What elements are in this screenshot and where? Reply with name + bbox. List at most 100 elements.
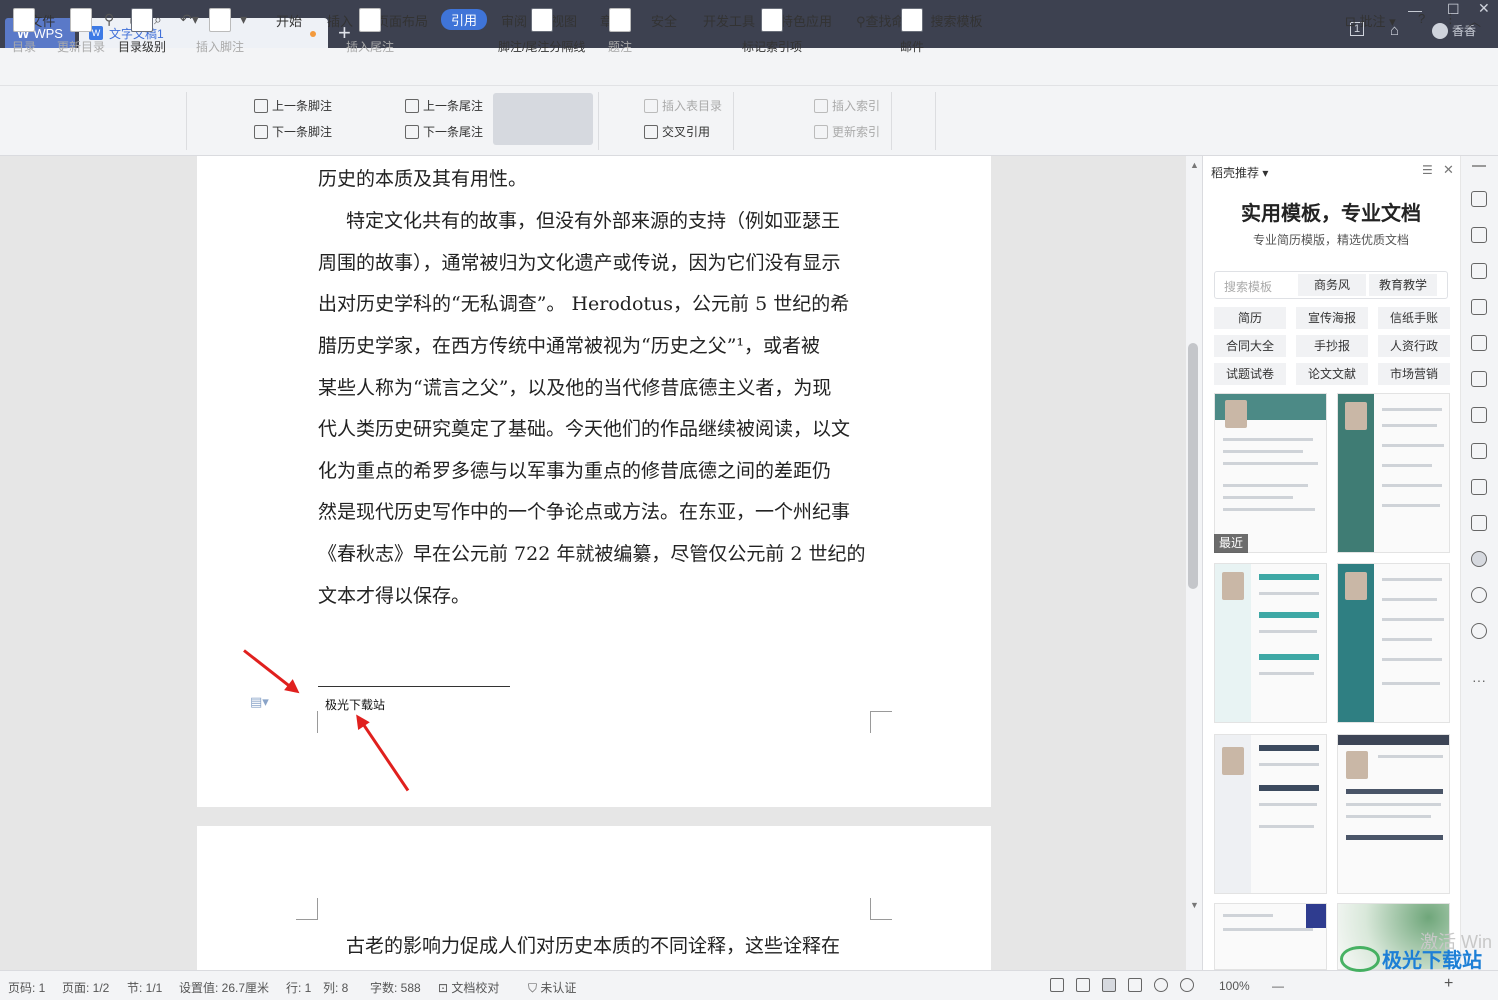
status-col[interactable]: 列: 8 <box>323 979 348 996</box>
ribbon-divider <box>186 92 187 150</box>
next-endnote-label: 下一条尾注 <box>423 125 484 139</box>
status-page-code[interactable]: 页码: 1 <box>8 979 45 996</box>
update-toc-button[interactable]: 更新目录 <box>57 8 105 55</box>
toc-button[interactable]: 目录 <box>12 8 36 55</box>
status-setting[interactable]: 设置值: 26.7厘米 <box>179 979 269 996</box>
search-tag[interactable]: 商务风 <box>1298 274 1366 296</box>
search-tag[interactable]: 教育教学 <box>1369 274 1437 296</box>
menu-security[interactable]: 安全 <box>651 11 677 30</box>
scrollbar-thumb[interactable] <box>1188 343 1198 589</box>
insert-endnote-label: 插入尾注 <box>346 40 395 54</box>
mail-icon <box>901 8 923 32</box>
status-page[interactable]: 页面: 1/2 <box>62 979 109 996</box>
paragraph-options-icon[interactable]: ▤▾ <box>250 694 269 710</box>
select-cursor-icon[interactable] <box>1471 227 1487 243</box>
category-marketing[interactable]: 市场营销 <box>1378 363 1450 385</box>
eye-protection-icon[interactable] <box>1180 978 1194 992</box>
image-search-icon[interactable] <box>1471 407 1487 423</box>
category-contracts[interactable]: 合同大全 <box>1214 335 1286 357</box>
table-icon[interactable] <box>1471 335 1487 351</box>
zoom-level[interactable]: 100% <box>1219 979 1250 993</box>
template-thumbnail[interactable] <box>1337 393 1450 553</box>
edit-pen-icon[interactable] <box>1471 191 1487 207</box>
status-section[interactable]: 节: 1/1 <box>127 979 162 996</box>
toc-level-label: 目录级别 <box>118 40 167 54</box>
insert-index-button[interactable]: 插入索引 <box>814 97 880 114</box>
collapse-ribbon-icon[interactable]: ︿ <box>1468 11 1481 30</box>
shapes-icon[interactable] <box>1471 263 1487 279</box>
paragraph-line: 然是现代历史写作中的一个争论点或方法。在东亚，一个州纪事 <box>318 501 851 523</box>
cross-reference-button[interactable]: 交叉引用 <box>644 123 710 140</box>
zoom-out-button[interactable]: — <box>1272 979 1284 993</box>
template-thumbnail[interactable] <box>1337 734 1450 894</box>
update-index-button[interactable]: 更新索引 <box>814 123 880 140</box>
insert-endnote-button[interactable]: 插入尾注 <box>346 8 394 55</box>
read-mode-icon[interactable] <box>1076 978 1090 992</box>
scroll-up-icon[interactable]: ▲ <box>1190 160 1199 170</box>
next-endnote-button[interactable]: 下一条尾注 <box>405 123 483 140</box>
menu-references[interactable]: 引用 <box>441 9 488 30</box>
status-row[interactable]: 行: 1 <box>286 979 311 996</box>
margin-corner-mark <box>296 898 318 920</box>
mark-index-label: 标记索引项 <box>742 40 803 54</box>
translate-icon[interactable] <box>1471 443 1487 459</box>
mark-index-button[interactable]: 标记索引项 <box>742 8 802 55</box>
paragraph-line: 周围的故事），通常被归为文化遗产或传说，因为它们没有显示 <box>318 252 841 274</box>
template-thumbnail[interactable] <box>1214 734 1327 894</box>
page-view-icon[interactable] <box>1102 978 1116 992</box>
annotate-button[interactable]: ⊡ 批注 ▾ <box>1345 11 1396 30</box>
location-icon[interactable] <box>1471 623 1487 639</box>
template-thumbnail[interactable] <box>1214 393 1327 553</box>
template-thumbnail[interactable] <box>1214 563 1327 723</box>
panel-close-icon[interactable]: ✕ <box>1443 162 1454 178</box>
insert-footnote-button[interactable]: 插入脚注 <box>196 8 244 55</box>
prev-footnote-button[interactable]: 上一条脚注 <box>254 97 332 114</box>
toc-label: 目录 <box>12 40 37 54</box>
category-handwritten[interactable]: 手抄报 <box>1296 335 1368 357</box>
proofread-button[interactable]: ⊡ 文档校对 <box>438 979 499 996</box>
settings-sliders-icon[interactable] <box>1471 371 1487 387</box>
insert-table-toc-icon <box>644 98 658 113</box>
prev-endnote-button[interactable]: 上一条尾注 <box>405 97 483 114</box>
caption-icon <box>609 8 631 32</box>
fullscreen-icon[interactable] <box>1050 978 1064 992</box>
more-options-icon[interactable]: ⋮ <box>1444 11 1457 27</box>
image-icon[interactable] <box>1471 515 1487 531</box>
template-thumbnail[interactable] <box>1214 903 1327 970</box>
cross-reference-icon <box>644 124 658 139</box>
outline-view-icon[interactable] <box>1128 978 1142 992</box>
more-tools-icon[interactable]: ··· <box>1472 672 1486 688</box>
archive-box-icon[interactable] <box>1471 479 1487 495</box>
zoom-in-button[interactable]: + <box>1444 975 1453 993</box>
insert-table-toc-button[interactable]: 插入表目录 <box>644 97 722 114</box>
prev-endnote-label: 上一条尾注 <box>423 99 484 113</box>
panel-menu-icon[interactable]: ☰ <box>1422 163 1433 177</box>
template-shell-icon[interactable] <box>1471 551 1487 567</box>
help-button[interactable]: ? <box>1418 11 1425 26</box>
scroll-down-icon[interactable]: ▼ <box>1190 900 1199 910</box>
category-resume[interactable]: 简历 <box>1214 307 1286 329</box>
category-poster[interactable]: 宣传海报 <box>1296 307 1368 329</box>
footnote-text[interactable]: 极光下载站 <box>325 696 385 713</box>
brand-logo-icon <box>1340 946 1380 972</box>
caption-button[interactable]: 题注 <box>608 8 632 55</box>
category-stationery[interactable]: 信纸手账 <box>1378 307 1450 329</box>
history-icon[interactable] <box>1471 587 1487 603</box>
paragraph-line: 出对历史学科的“无私调查”。 Herodotus，公元前 5 世纪的希 <box>318 293 850 315</box>
certification-status[interactable]: ⛉ 未认证 <box>528 979 576 996</box>
toc-level-button[interactable]: 目录级别 <box>118 8 166 55</box>
mail-button[interactable]: 邮件 <box>900 8 924 55</box>
caption-label: 题注 <box>608 40 633 54</box>
next-footnote-button[interactable]: 下一条脚注 <box>254 123 332 140</box>
footnote-separator-button[interactable]: 脚注/尾注分隔线 <box>498 8 585 55</box>
template-thumbnail[interactable] <box>1337 563 1450 723</box>
web-view-icon[interactable] <box>1154 978 1168 992</box>
format-painter-icon[interactable]: ⚲ <box>104 11 114 28</box>
status-word-count[interactable]: 字数: 588 <box>370 979 421 996</box>
panel-header[interactable]: 稻壳推荐 ▾ <box>1211 164 1268 181</box>
menu-home[interactable]: 开始 <box>276 11 302 30</box>
category-exams[interactable]: 试题试卷 <box>1214 363 1286 385</box>
category-hr[interactable]: 人资行政 <box>1378 335 1450 357</box>
category-papers[interactable]: 论文文献 <box>1296 363 1368 385</box>
text-style-icon[interactable] <box>1471 299 1487 315</box>
